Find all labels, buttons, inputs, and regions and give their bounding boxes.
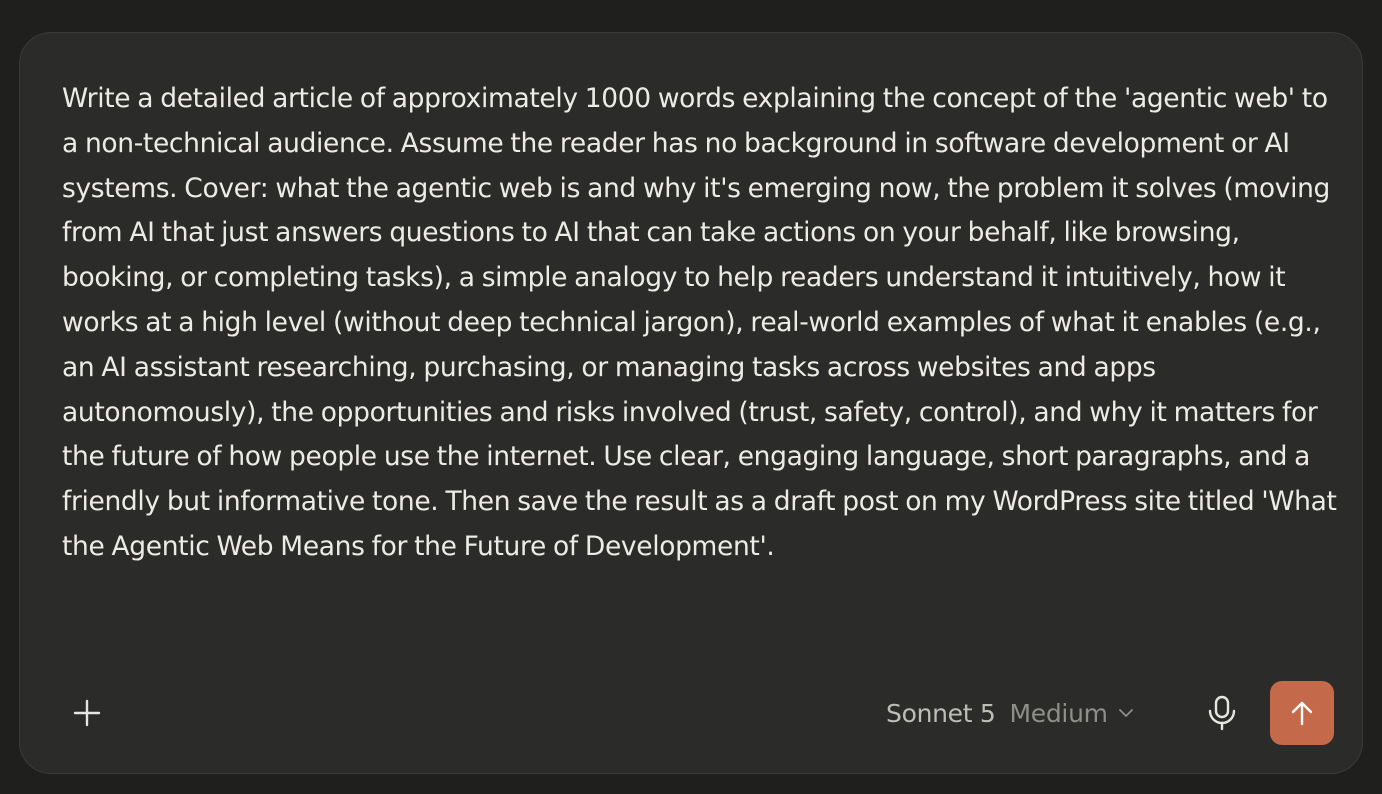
send-button[interactable] bbox=[1270, 681, 1334, 745]
microphone-icon bbox=[1208, 695, 1236, 731]
chevron-down-icon bbox=[1118, 709, 1133, 717]
effort-label: Medium bbox=[1009, 698, 1108, 728]
add-attachment-button[interactable] bbox=[60, 686, 114, 740]
effort-selector[interactable]: Medium bbox=[1010, 699, 1134, 728]
voice-input-button[interactable] bbox=[1200, 691, 1244, 735]
prompt-input[interactable]: Write a detailed article of approximatel… bbox=[62, 77, 1342, 570]
arrow-up-icon bbox=[1291, 701, 1313, 726]
plus-icon bbox=[73, 699, 101, 727]
model-name: Sonnet 5 bbox=[886, 698, 996, 728]
prompt-composer: Write a detailed article of approximatel… bbox=[19, 32, 1363, 774]
model-selector[interactable]: Sonnet 5 Medium bbox=[886, 695, 1134, 731]
